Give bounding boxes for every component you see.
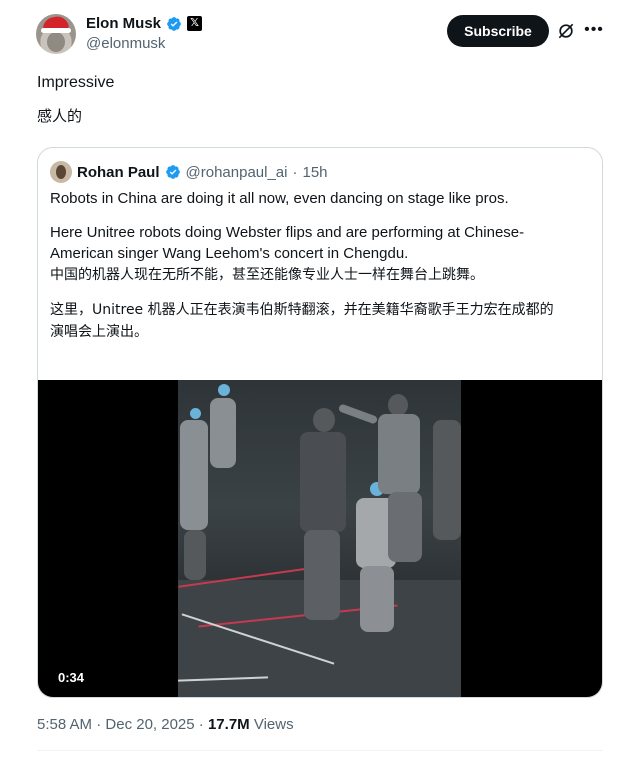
author-display-name[interactable]: Elon Musk [86, 15, 161, 32]
subscribe-button[interactable]: Subscribe [447, 15, 549, 47]
verified-badge-icon [165, 165, 180, 179]
quoted-paragraph-4-line-2: 演唱会上演出。 [50, 324, 148, 340]
author-avatar[interactable] [36, 14, 76, 54]
quoted-age: 15h [302, 163, 328, 181]
quoted-header: Rohan Paul @rohanpaul_ai · 15h [50, 161, 328, 183]
quoted-body: Robots in China are doing it all now, ev… [50, 188, 590, 343]
verified-badge-icon [167, 16, 181, 31]
quoted-tweet[interactable]: Rohan Paul @rohanpaul_ai · 15h Robots in… [37, 147, 603, 698]
tweet-text-line-1: Impressive [37, 74, 115, 91]
more-icon[interactable]: ••• [584, 20, 604, 40]
tweet-time[interactable]: 5:58 AM [37, 716, 92, 733]
quoted-paragraph-2-line-1: Here Unitree robots doing Webster flips … [50, 224, 525, 241]
quoted-display-name: Rohan Paul [77, 163, 160, 181]
tweet-meta: 5:58 AM · Dec 20, 2025 · 17.7M Views [37, 716, 294, 733]
quoted-handle: @rohanpaul_ai [185, 163, 288, 181]
quoted-paragraph-4-line-1: 这里，Unitree 机器人正在表演韦伯斯特翻滚，并在美籍华裔歌手王力宏在成都的 [50, 302, 554, 318]
author-name-row: Elon Musk 𝕏 [86, 15, 203, 32]
tweet-header: Elon Musk 𝕏 @elonmusk Subscribe ••• [36, 12, 616, 56]
divider [37, 750, 603, 751]
quoted-separator: · [292, 163, 298, 181]
tweet-date[interactable]: Dec 20, 2025 [105, 716, 194, 733]
video-player[interactable]: 0:34 [38, 380, 602, 697]
quoted-paragraph-3: 中国的机器人现在无所不能，甚至还能像专业人士一样在舞台上跳舞。 [50, 267, 484, 283]
views-count: 17.7M [207, 716, 250, 733]
quoted-paragraph-1: Robots in China are doing it all now, ev… [50, 190, 509, 207]
tweet-text-line-2: 感人的 [37, 107, 83, 125]
views-label: Views [249, 716, 294, 733]
x-logo-icon: 𝕏 [187, 16, 203, 31]
video-frame[interactable] [178, 380, 461, 697]
video-duration: 0:34 [58, 670, 85, 685]
author-handle[interactable]: @elonmusk [86, 35, 165, 52]
grok-icon[interactable] [556, 21, 576, 41]
quoted-paragraph-2-line-2: American singer Wang Leehom's concert in… [50, 245, 409, 262]
meta-separator: · [92, 716, 106, 733]
meta-separator: · [194, 716, 208, 733]
quoted-avatar [50, 161, 72, 183]
